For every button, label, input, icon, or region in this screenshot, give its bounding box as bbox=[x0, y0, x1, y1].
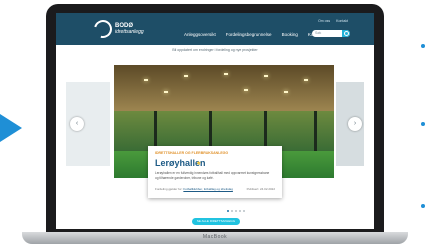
ceiling-lamp bbox=[224, 73, 228, 75]
chevron-left-icon[interactable]: ‹ bbox=[70, 117, 84, 131]
hall-pillar bbox=[154, 111, 157, 151]
hall-pillar bbox=[209, 111, 212, 151]
bullet-point bbox=[421, 122, 425, 126]
feature-footer: Fordeling gjelder for: Fotballklubber, f… bbox=[155, 187, 233, 191]
top-link-contact[interactable]: Kontakt bbox=[336, 19, 348, 23]
hall-pillar bbox=[264, 111, 267, 151]
search-placeholder: Søk bbox=[315, 31, 322, 35]
logo-line-2: idrettsanlegg bbox=[115, 29, 144, 35]
search-input[interactable]: Søk bbox=[312, 30, 350, 37]
nav-item-allocation[interactable]: Fordelingsbegrunnelse bbox=[226, 32, 272, 37]
site-logo[interactable]: BODØ idrettsanlegg bbox=[90, 16, 144, 42]
laptop-base: MacBook bbox=[22, 232, 408, 244]
feature-card[interactable]: IDRETTSHALLER OG FLERBRUKSANLEGG Lerøyha… bbox=[148, 146, 282, 198]
ceiling-lamp bbox=[244, 89, 248, 91]
hall-ceiling bbox=[114, 65, 334, 111]
ceiling-lamp bbox=[184, 75, 188, 77]
nav-item-booking[interactable]: Booking bbox=[282, 32, 298, 37]
carousel-dot[interactable] bbox=[235, 210, 237, 212]
carousel-dot[interactable] bbox=[227, 210, 229, 212]
star-icon: ★ bbox=[196, 161, 202, 167]
feature-footer-label: Fordeling gjelder for: bbox=[155, 187, 183, 191]
arrow-right-icon bbox=[0, 114, 22, 142]
top-link-about[interactable]: Om oss bbox=[318, 19, 330, 23]
feature-footer-link[interactable]: Fotballklubber, fotballlag og idrettslag bbox=[183, 187, 233, 191]
feature-description: Lerøyhallen er en fullverdig innendørs f… bbox=[155, 171, 270, 180]
site-header: BODØ idrettsanlegg Om oss Kontakt Anlegg… bbox=[56, 13, 374, 45]
search-button[interactable] bbox=[342, 30, 350, 37]
main-nav: Anleggsoversikt Fordelingsbegrunnelse Bo… bbox=[184, 32, 330, 37]
laptop-brand-label: MacBook bbox=[202, 234, 228, 240]
bullet-point bbox=[421, 44, 425, 48]
carousel-dots bbox=[227, 210, 245, 212]
utility-links: Om oss Kontakt bbox=[318, 19, 348, 23]
ceiling-lamp bbox=[144, 79, 148, 81]
carousel-dot[interactable] bbox=[239, 210, 241, 212]
chevron-right-icon[interactable]: › bbox=[348, 117, 362, 131]
carousel-dot[interactable] bbox=[231, 210, 233, 212]
website-screen: BODØ idrettsanlegg Om oss Kontakt Anlegg… bbox=[56, 13, 374, 229]
ceiling-lamp bbox=[284, 91, 288, 93]
logo-text: BODØ idrettsanlegg bbox=[115, 23, 144, 35]
ceiling-lamp bbox=[164, 91, 168, 93]
feature-category: IDRETTSHALLER OG FLERBRUKSANLEGG bbox=[155, 151, 229, 155]
see-all-facilities-button[interactable]: SE ALLE IDRETTSANLEGG bbox=[192, 218, 240, 225]
nav-item-facilities[interactable]: Anleggsoversikt bbox=[184, 32, 216, 37]
logo-swoosh-icon bbox=[90, 16, 116, 42]
hall-pillar bbox=[314, 111, 317, 151]
ceiling-lamp bbox=[264, 75, 268, 77]
bullet-point bbox=[421, 204, 425, 208]
notice-banner[interactable]: Bli oppdatert om endringer i fordeling o… bbox=[56, 48, 374, 52]
search-icon bbox=[344, 31, 349, 36]
hall-wall bbox=[114, 111, 334, 151]
ceiling-lamp bbox=[304, 79, 308, 81]
feature-date: Publisert: 24.02.2022 bbox=[246, 187, 275, 191]
carousel-dot[interactable] bbox=[243, 210, 245, 212]
